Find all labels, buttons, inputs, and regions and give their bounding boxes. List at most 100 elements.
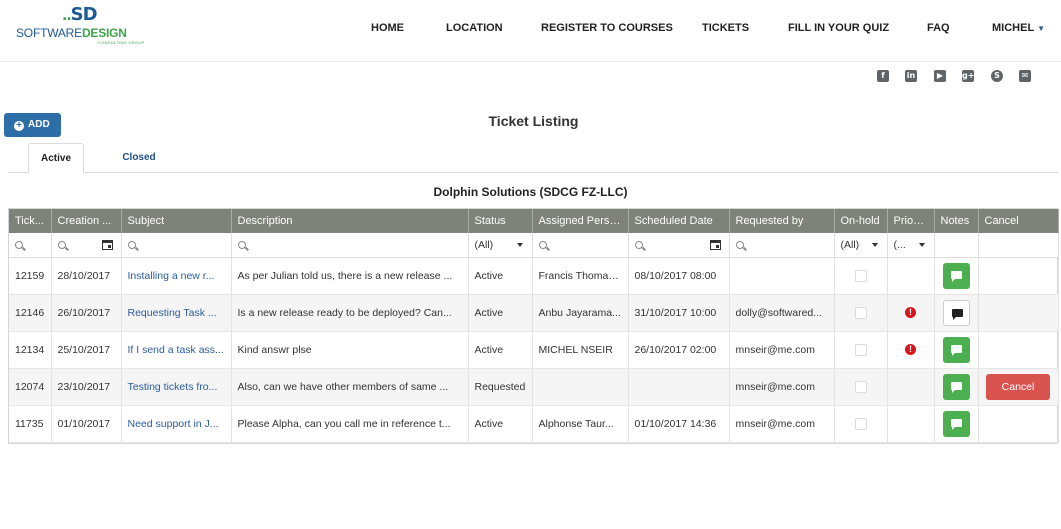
col-header-onhold[interactable]: On-hold	[834, 209, 888, 233]
facebook-icon[interactable]: f	[877, 70, 889, 82]
cell-cancel	[978, 294, 1059, 332]
notes-button[interactable]	[942, 410, 970, 437]
cell-notes	[934, 368, 979, 406]
ticket-tabs: Active Closed	[8, 143, 1058, 174]
notes-button[interactable]	[942, 299, 970, 326]
filter-creation[interactable]	[51, 233, 122, 258]
cell-onhold	[834, 368, 888, 406]
cell-notes	[934, 331, 979, 369]
cell-requested-by: mnseir@me.com	[729, 405, 835, 443]
cell-description: Please Alpha, can you call me in referen…	[231, 405, 469, 443]
nav-location[interactable]: LOCATION	[446, 22, 503, 36]
col-header-subject[interactable]: Subject	[121, 209, 232, 233]
cell-scheduled: 26/10/2017 02:00	[628, 331, 730, 369]
nav-faq[interactable]: FAQ	[927, 22, 950, 36]
search-icon	[127, 240, 136, 249]
notes-button[interactable]	[942, 262, 970, 289]
brand-logo[interactable]: ..SD SOFTWAREDESIGN CONSULTING GROUP	[16, 4, 166, 46]
cell-subject-link[interactable]: Testing tickets fro...	[121, 368, 232, 406]
calendar-icon[interactable]	[101, 240, 113, 250]
col-header-status[interactable]: Status	[468, 209, 533, 233]
col-header-description[interactable]: Description	[231, 209, 469, 233]
cell-subject-link[interactable]: Need support in J...	[121, 405, 232, 443]
cell-subject-link[interactable]: Installing a new r...	[121, 257, 232, 295]
table-row[interactable]: 11735 01/10/2017 Need support in J... Pl…	[9, 405, 1059, 443]
user-menu[interactable]: MICHEL ▼	[992, 22, 1045, 36]
dropdown-arrow-icon	[871, 243, 878, 247]
col-header-creation[interactable]: Creation ...	[51, 209, 122, 233]
table-row[interactable]: 12146 26/10/2017 Requesting Task ... Is …	[9, 294, 1059, 332]
cell-scheduled	[628, 368, 730, 406]
cell-subject-link[interactable]: Requesting Task ...	[121, 294, 232, 332]
filter-priority[interactable]: (...	[887, 233, 935, 258]
notes-button[interactable]	[942, 373, 970, 400]
filter-onhold-value: (All)	[840, 238, 860, 251]
col-header-requested-by[interactable]: Requested by	[729, 209, 835, 233]
cell-onhold	[834, 257, 888, 295]
filter-assigned[interactable]	[532, 233, 629, 258]
col-header-scheduled[interactable]: Scheduled Date	[628, 209, 730, 233]
comment-icon	[950, 381, 962, 393]
filter-status[interactable]: (All)	[468, 233, 533, 258]
cell-ticket-id: 12074	[9, 368, 52, 406]
cell-assigned: Alphonse Taur...	[532, 405, 629, 443]
cell-ticket-id: 12146	[9, 294, 52, 332]
cell-status: Requested	[468, 368, 533, 406]
col-header-ticket[interactable]: Tick...	[9, 209, 52, 233]
google-plus-icon[interactable]: g+	[962, 70, 974, 82]
cell-onhold	[834, 331, 888, 369]
nav-tickets[interactable]: TICKETS	[702, 22, 749, 36]
cell-creation-date: 01/10/2017	[51, 405, 122, 443]
cell-cancel	[978, 405, 1059, 443]
calendar-icon[interactable]	[709, 240, 721, 250]
table-row[interactable]: 12159 28/10/2017 Installing a new r... A…	[9, 257, 1059, 295]
tab-active[interactable]: Active	[28, 143, 84, 174]
priority-alert-icon: !	[905, 307, 916, 318]
cell-creation-date: 26/10/2017	[51, 294, 122, 332]
filter-description[interactable]	[231, 233, 469, 258]
email-icon[interactable]: ✉	[1019, 70, 1031, 82]
cell-ticket-id: 11735	[9, 405, 52, 443]
cancel-ticket-button[interactable]: Cancel	[986, 373, 1050, 400]
filter-notes	[934, 233, 979, 258]
col-header-cancel[interactable]: Cancel	[978, 209, 1059, 233]
filter-ticket[interactable]	[9, 233, 52, 258]
filter-subject[interactable]	[121, 233, 232, 258]
cell-description: As per Julian told us, there is a new re…	[231, 257, 469, 295]
dropdown-arrow-icon	[516, 243, 523, 247]
col-header-notes[interactable]: Notes	[934, 209, 979, 233]
table-row[interactable]: 12134 25/10/2017 If I send a task ass...…	[9, 331, 1059, 369]
filter-priority-value: (...	[893, 238, 906, 251]
cell-onhold	[834, 405, 888, 443]
filter-scheduled[interactable]	[628, 233, 730, 258]
linkedin-icon[interactable]: in	[905, 70, 917, 82]
onhold-checkbox	[854, 417, 867, 430]
search-icon	[538, 240, 547, 249]
filter-requested-by[interactable]	[729, 233, 835, 258]
table-row[interactable]: 12074 23/10/2017 Testing tickets fro... …	[9, 368, 1059, 406]
cell-assigned: Francis Thomas...	[532, 257, 629, 295]
cell-ticket-id: 12159	[9, 257, 52, 295]
filter-onhold[interactable]: (All)	[834, 233, 888, 258]
cell-cancel	[978, 331, 1059, 369]
skype-icon[interactable]: S	[991, 70, 1003, 82]
col-header-priority[interactable]: Priority	[887, 209, 935, 233]
cell-assigned: Anbu Jayarama...	[532, 294, 629, 332]
onhold-checkbox	[854, 269, 867, 282]
youtube-icon[interactable]: ▶	[934, 70, 946, 82]
logo-mark: ..SD	[62, 4, 98, 25]
col-header-assigned[interactable]: Assigned Person	[532, 209, 629, 233]
search-icon	[634, 240, 643, 249]
nav-quiz[interactable]: FILL IN YOUR QUIZ	[788, 22, 889, 36]
comment-icon	[950, 344, 962, 356]
nav-home[interactable]: HOME	[371, 22, 404, 36]
tab-closed[interactable]: Closed	[108, 143, 170, 173]
cell-subject-link[interactable]: If I send a task ass...	[121, 331, 232, 369]
nav-register-courses[interactable]: REGISTER TO COURSES	[541, 22, 673, 36]
notes-button[interactable]	[942, 336, 970, 363]
company-name: Dolphin Solutions (SDCG FZ-LLC)	[433, 185, 628, 199]
cell-requested-by: mnseir@me.com	[729, 331, 835, 369]
top-navbar: ..SD SOFTWAREDESIGN CONSULTING GROUP HOM…	[0, 0, 1061, 62]
cell-ticket-id: 12134	[9, 331, 52, 369]
cell-requested-by	[729, 257, 835, 295]
